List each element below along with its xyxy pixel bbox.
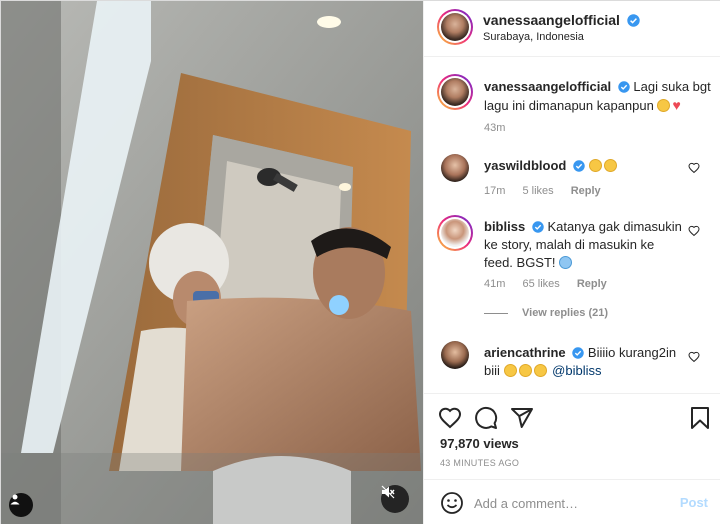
heart-icon[interactable] (438, 406, 462, 430)
comment-time: 41m (484, 278, 506, 290)
comment-meta: 41m 65 likes Reply (484, 278, 621, 290)
verified-badge-icon (618, 81, 630, 93)
laughing-crying-emoji (503, 364, 517, 377)
comment-icon[interactable] (474, 406, 498, 430)
post-side-panel: vanessaangelofficial Surabaya, Indonesia… (423, 1, 720, 524)
red-heart-emoji: ♥ (672, 97, 681, 113)
post-header: vanessaangelofficial Surabaya, Indonesia (424, 1, 720, 57)
comment-composer: Post (424, 479, 720, 524)
commenter-avatar[interactable] (437, 215, 473, 251)
comment-text: ariencathrine Biiiio kurang2in biii @bib… (484, 344, 684, 380)
post-actions: 97,870 views 43 MINUTES AGO (424, 393, 720, 479)
comment-username[interactable]: bibliss (484, 219, 525, 234)
verified-badge-icon (532, 221, 544, 233)
reply-button[interactable]: Reply (577, 278, 607, 290)
author-avatar[interactable] (437, 74, 473, 110)
add-comment-input[interactable] (474, 493, 664, 513)
comment-username[interactable]: ariencathrine (484, 345, 566, 360)
comment-likes[interactable]: 65 likes (522, 278, 559, 290)
comments-list[interactable]: vanessaangelofficial Lagi suka bgt lagu … (424, 58, 720, 393)
laughing-crying-emoji (603, 159, 617, 172)
caption-username[interactable]: vanessaangelofficial (484, 79, 611, 94)
post-location[interactable]: Surabaya, Indonesia (483, 31, 584, 43)
comment-text: bibliss Katanya gak dimasukin ke story, … (484, 218, 684, 272)
video-frame (1, 1, 423, 524)
author-avatar[interactable] (437, 9, 473, 45)
verified-badge-icon (573, 160, 585, 172)
author-username[interactable]: vanessaangelofficial (483, 12, 620, 28)
post-dialog: vanessaangelofficial Surabaya, Indonesia… (0, 0, 720, 524)
comment-time: 17m (484, 185, 506, 197)
comment-text: yaswildblood (484, 157, 684, 175)
caption-text: vanessaangelofficial Lagi suka bgt lagu … (484, 78, 714, 115)
caption-time: 43m (484, 122, 506, 134)
comment-username[interactable]: yaswildblood (484, 158, 566, 173)
laughing-crying-emoji (657, 99, 671, 112)
view-replies-button[interactable]: View replies (21) (484, 307, 608, 319)
smiley-icon[interactable] (440, 491, 464, 515)
comment-meta: 17m 5 likes Reply (484, 185, 615, 197)
post-video[interactable] (1, 1, 423, 524)
reply-button[interactable]: Reply (571, 185, 601, 197)
user-tag-icon[interactable] (9, 493, 33, 517)
caption-meta: 43m (484, 122, 519, 134)
like-comment-heart-icon[interactable] (688, 162, 700, 174)
laughing-crying-emoji (518, 364, 532, 377)
view-count[interactable]: 97,870 views (440, 436, 519, 451)
like-comment-heart-icon[interactable] (688, 225, 700, 237)
comment-mention[interactable]: @bibliss (552, 363, 601, 378)
laughing-crying-emoji (533, 364, 547, 377)
post-comment-button[interactable]: Post (680, 495, 708, 510)
bookmark-icon[interactable] (688, 406, 712, 430)
like-comment-heart-icon[interactable] (688, 351, 700, 363)
commenter-avatar[interactable] (441, 154, 469, 182)
verified-badge-icon (572, 347, 585, 359)
verified-badge-icon (627, 14, 641, 27)
comment-likes[interactable]: 5 likes (522, 185, 553, 197)
speaker-muted-icon[interactable] (381, 485, 409, 513)
paper-plane-icon[interactable] (510, 406, 534, 430)
commenter-avatar[interactable] (441, 341, 469, 369)
crying-emoji (559, 256, 573, 269)
laughing-crying-emoji (588, 159, 602, 172)
post-timestamp: 43 MINUTES AGO (440, 458, 520, 468)
